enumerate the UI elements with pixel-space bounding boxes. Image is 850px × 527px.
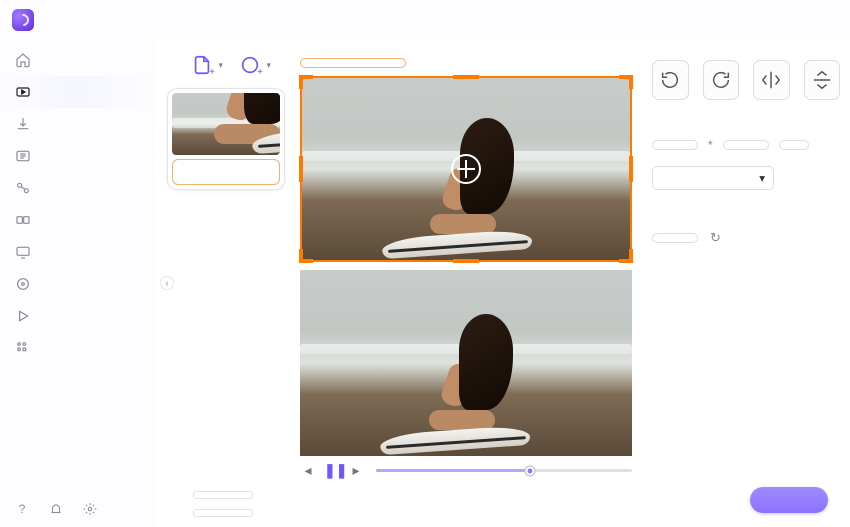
chevron-down-icon: ▾ [759, 171, 765, 185]
screen-recorder-icon [14, 243, 32, 261]
converter-icon [14, 83, 32, 101]
main: ‹ ? +▾ +▾ [0, 40, 850, 527]
rotate-ccw-button[interactable] [652, 60, 689, 100]
settings-icon[interactable] [82, 501, 98, 517]
sidebar-item-merger[interactable] [0, 204, 156, 236]
editor-tabs [300, 58, 406, 68]
clip-card[interactable] [167, 88, 285, 190]
align-center-button[interactable] [779, 140, 809, 150]
sidebar-item-home[interactable] [0, 44, 156, 76]
output-format-select[interactable] [193, 491, 253, 499]
crop-handle-right[interactable] [629, 156, 633, 182]
rotate-cw-button[interactable] [703, 60, 740, 100]
merger-icon [14, 211, 32, 229]
titlebar [0, 0, 850, 40]
compressor-icon [14, 147, 32, 165]
downloader-icon [14, 115, 32, 133]
video-editor-icon [14, 179, 32, 197]
sidebar-item-dvd-burner[interactable] [0, 268, 156, 300]
sidebar-item-compressor[interactable] [0, 140, 156, 172]
output-rows [185, 491, 253, 517]
crop-height-input[interactable] [723, 140, 769, 150]
aspect-ratio-select[interactable]: ▾ [652, 166, 774, 190]
seek-knob[interactable] [525, 466, 534, 475]
properties-pane: * ▾ ↻ [652, 44, 850, 527]
flip-horizontal-button[interactable] [753, 60, 790, 100]
crop-handle-tl[interactable] [299, 75, 313, 89]
ok-button[interactable] [750, 487, 828, 513]
crop-handle-left[interactable] [299, 156, 303, 182]
add-file-icon[interactable]: +▾ [191, 54, 213, 76]
clip-mini-tools [172, 159, 280, 185]
seek-progress [376, 469, 530, 472]
playbar: ◂ ❚❚ ▸ [300, 460, 632, 481]
output-preview [300, 270, 632, 456]
multiply-symbol: * [708, 138, 713, 152]
crop-frame[interactable] [300, 76, 632, 262]
file-location-input[interactable] [193, 509, 253, 517]
pause-icon[interactable]: ❚❚ [324, 462, 340, 479]
add-folder-icon[interactable]: +▾ [239, 54, 261, 76]
video-column: ◂ ❚❚ ▸ [296, 44, 632, 527]
apply-to-all-button[interactable] [652, 233, 698, 243]
clips-pane: +▾ +▾ [156, 40, 296, 527]
crop-handle-bottom[interactable] [453, 259, 479, 263]
crop-handle-br[interactable] [619, 249, 633, 263]
help-icon[interactable]: ? [14, 501, 30, 517]
crop-width-input[interactable] [652, 140, 698, 150]
player-icon [14, 307, 32, 325]
sidebar-collapse-icon[interactable]: ‹ [160, 276, 174, 290]
sidebar-item-player[interactable] [0, 300, 156, 332]
dvd-burner-icon [14, 275, 32, 293]
content: +▾ +▾ [156, 40, 850, 527]
notifications-icon[interactable] [48, 501, 64, 517]
sidebar [0, 40, 156, 527]
sidebar-item-screen-recorder[interactable] [0, 236, 156, 268]
next-frame-icon[interactable]: ▸ [348, 462, 364, 479]
sidebar-item-downloader[interactable] [0, 108, 156, 140]
home-icon [14, 51, 32, 69]
sidebar-item-converter[interactable] [0, 76, 156, 108]
crop-handle-tr[interactable] [619, 75, 633, 89]
crop-handle-top[interactable] [453, 75, 479, 79]
prev-frame-icon[interactable]: ◂ [300, 462, 316, 479]
clip-thumbnail [172, 93, 280, 155]
move-icon[interactable] [451, 154, 481, 184]
editor-pane: ◂ ❚❚ ▸ [296, 40, 850, 527]
flip-vertical-button[interactable] [804, 60, 841, 100]
sidebar-item-video-editor[interactable] [0, 172, 156, 204]
sidebar-item-toolbox[interactable] [0, 332, 156, 364]
seek-track[interactable] [376, 469, 632, 472]
bottom-icons: ? [14, 501, 98, 517]
clip-toolbar: +▾ +▾ [191, 54, 261, 76]
toolbox-icon [14, 339, 32, 357]
app-logo [12, 9, 34, 31]
crop-handle-bl[interactable] [299, 249, 313, 263]
reset-icon[interactable]: ↻ [710, 230, 721, 246]
